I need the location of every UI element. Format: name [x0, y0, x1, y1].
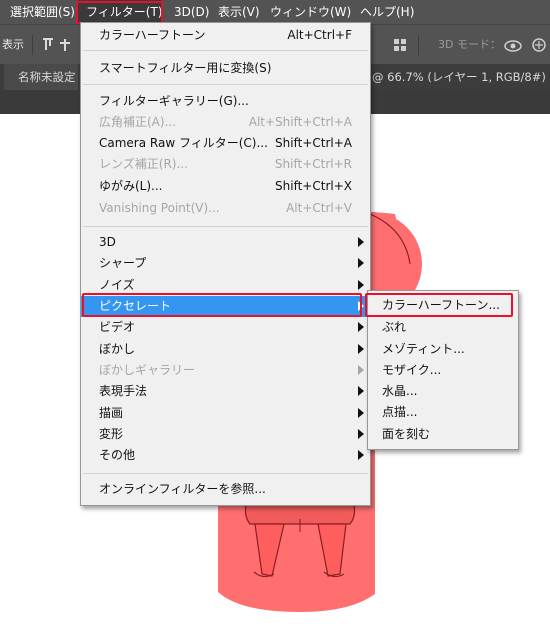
menu-item-stylize[interactable]: 表現手法 [81, 381, 370, 402]
pixelate-submenu: カラーハーフトーン... ぶれ メゾティント... モザイク... 水晶... … [367, 290, 519, 450]
menu-item-adaptive-wide-angle: 広角補正(A)... Alt+Shift+Ctrl+A [99, 115, 352, 129]
menu-item-video[interactable]: ビデオ [81, 317, 370, 338]
submenu-item-mezzotint[interactable]: メゾティント... [368, 339, 518, 360]
menu-item-sharpen[interactable]: シャープ [81, 253, 370, 274]
rotate-3d-icon[interactable] [530, 37, 548, 53]
align-icons[interactable] [42, 37, 74, 53]
menu-item-distort[interactable]: 変形 [81, 424, 370, 445]
options-show-label: 表示 [2, 38, 24, 51]
submenu-arrow-icon [358, 365, 364, 375]
submenu-arrow-icon [358, 301, 364, 311]
menu-filter[interactable]: フィルター(T) [78, 0, 162, 24]
options-separator [32, 35, 33, 55]
menu-view[interactable]: 表示(V) [218, 0, 260, 24]
menu-3d[interactable]: 3D(D) [174, 0, 209, 24]
submenu-item-pointillize[interactable]: 点描... [368, 402, 518, 423]
menu-item-3d[interactable]: 3D [81, 232, 370, 253]
menu-item-browse-online[interactable]: オンラインフィルターを参照... [81, 479, 370, 500]
menu-item-blur-gallery: ぼかしギャラリー [81, 360, 370, 381]
menu-item-last-filter[interactable]: カラーハーフトーン Alt+Ctrl+F [81, 25, 370, 46]
menu-divider [83, 473, 368, 474]
submenu-arrow-icon [358, 322, 364, 332]
menu-item-camera-raw[interactable]: Camera Raw フィルター(C)... Shift+Ctrl+A [81, 133, 370, 154]
submenu-item-crystallize[interactable]: 水晶... [368, 381, 518, 402]
menu-item-smart-filter[interactable]: スマートフィルター用に変換(S) [81, 58, 370, 79]
3d-mode-label: 3D モード： [438, 38, 501, 51]
menu-bar: 選択範囲(S) フィルター(T) 3D(D) 表示(V) ウィンドウ(W) ヘル… [0, 0, 550, 24]
submenu-arrow-icon [358, 450, 364, 460]
menu-item-blur[interactable]: ぼかし [81, 339, 370, 360]
menu-select[interactable]: 選択範囲(S) [10, 0, 75, 24]
submenu-arrow-icon [358, 258, 364, 268]
menu-window[interactable]: ウィンドウ(W) [270, 0, 351, 24]
menu-item-lens-correction: レンズ補正(R)... Shift+Ctrl+R [99, 157, 352, 171]
menu-divider [83, 226, 368, 227]
submenu-arrow-icon [358, 429, 364, 439]
filter-dropdown-menu: カラーハーフトーン Alt+Ctrl+F スマートフィルター用に変換(S) フィル… [80, 22, 371, 506]
submenu-item-mosaic[interactable]: モザイク... [368, 360, 518, 381]
document-info: @ 66.7% (レイヤー 1, RGB/8#) * [372, 70, 550, 84]
menu-item-render[interactable]: 描画 [81, 403, 370, 424]
submenu-arrow-icon [358, 344, 364, 354]
menu-divider [83, 50, 368, 51]
submenu-arrow-icon [358, 237, 364, 247]
menu-item-filter-gallery[interactable]: フィルターギャラリー(G)... [81, 91, 370, 112]
orbit-3d-icon[interactable] [502, 37, 524, 53]
menu-item-pixelate[interactable]: ピクセレート [81, 296, 370, 317]
menu-item-liquify[interactable]: ゆがみ(L)... Shift+Ctrl+X [81, 176, 370, 197]
menu-item-other[interactable]: その他 [81, 445, 370, 466]
menu-item-noise[interactable]: ノイズ [81, 275, 370, 296]
menu-divider [83, 84, 368, 85]
document-tab[interactable]: 名称未設定 [4, 64, 78, 90]
submenu-arrow-icon [358, 280, 364, 290]
submenu-item-fragment[interactable]: ぶれ [368, 317, 518, 338]
distribute-icon[interactable] [392, 37, 408, 53]
menu-item-vanishing-point: Vanishing Point(V)... Alt+Ctrl+V [99, 201, 352, 215]
options-separator [418, 35, 419, 55]
submenu-arrow-icon [358, 386, 364, 396]
menu-help[interactable]: ヘルプ(H) [360, 0, 414, 24]
submenu-item-color-halftone[interactable]: カラーハーフトーン... [368, 295, 518, 316]
submenu-item-facet[interactable]: 面を刻む [368, 424, 518, 445]
submenu-arrow-icon [358, 408, 364, 418]
